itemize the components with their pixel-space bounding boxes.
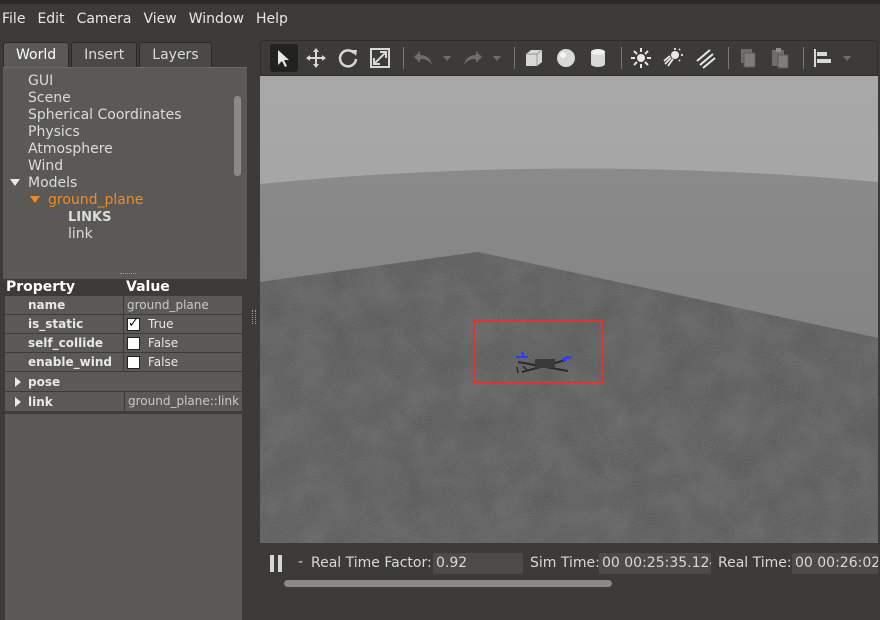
paste-icon[interactable] bbox=[766, 44, 794, 72]
toolbar-separator bbox=[728, 47, 729, 69]
prop-row-is-static: is_static True bbox=[5, 315, 242, 334]
property-table: Property Value name ground_plane is_stat… bbox=[5, 279, 242, 412]
menu-edit[interactable]: Edit bbox=[31, 6, 70, 32]
menu-help[interactable]: Help bbox=[250, 6, 294, 32]
tree-item-gui[interactable]: GUI bbox=[28, 73, 53, 90]
expand-arrow-icon[interactable] bbox=[15, 396, 21, 407]
tree-scrollbar[interactable] bbox=[234, 96, 241, 176]
prop-key: name bbox=[5, 296, 124, 314]
toolbar-separator bbox=[621, 47, 622, 69]
real-time-value: 00 00:26:02. bbox=[792, 553, 878, 574]
prop-value-link: ground_plane::link bbox=[124, 391, 242, 412]
scale-icon[interactable] bbox=[366, 44, 394, 72]
prop-value-is-static: True bbox=[124, 315, 242, 333]
prop-group-label: link bbox=[28, 394, 53, 409]
menu-window[interactable]: Window bbox=[183, 6, 250, 32]
checkbox-label: False bbox=[148, 355, 179, 369]
header-value: Value bbox=[124, 279, 242, 296]
prop-row-name: name ground_plane bbox=[5, 296, 242, 315]
tree-item-wind[interactable]: Wind bbox=[28, 158, 63, 175]
menu-bar: File Edit Camera View Window Help bbox=[0, 0, 880, 34]
tab-world[interactable]: World bbox=[3, 42, 70, 68]
expand-arrow-icon[interactable] bbox=[30, 196, 40, 203]
header-property: Property bbox=[6, 279, 76, 295]
redo-icon[interactable] bbox=[459, 44, 487, 72]
checkbox-label: True bbox=[148, 317, 174, 331]
tab-layers[interactable]: Layers bbox=[139, 42, 212, 68]
undo-history-dropdown[interactable] bbox=[443, 55, 451, 61]
menu-camera[interactable]: Camera bbox=[71, 6, 138, 32]
prop-group-label: pose bbox=[28, 374, 61, 389]
world-tree: GUI Scene Spherical Coordinates Physics … bbox=[3, 67, 247, 279]
property-table-header: Property Value bbox=[5, 279, 242, 296]
status-scrollbar[interactable] bbox=[284, 580, 612, 587]
tree-item-ground-plane-label: ground_plane bbox=[48, 192, 144, 208]
tree-item-models[interactable]: Models bbox=[10, 175, 77, 192]
expand-arrow-icon[interactable] bbox=[10, 179, 20, 186]
tree-item-atmosphere[interactable]: Atmosphere bbox=[28, 141, 113, 158]
copy-icon[interactable] bbox=[734, 44, 762, 72]
translate-icon[interactable] bbox=[302, 44, 330, 72]
scene-render bbox=[260, 76, 878, 543]
panel-splitter-handle[interactable] bbox=[252, 310, 256, 324]
toolbar bbox=[260, 40, 878, 76]
prop-key: is_static bbox=[5, 315, 124, 333]
real-time-factor-value: 0.92 bbox=[433, 553, 523, 574]
rotate-icon[interactable] bbox=[334, 44, 362, 72]
tree-item-spherical-coordinates[interactable]: Spherical Coordinates bbox=[28, 107, 182, 124]
toolbar-separator bbox=[514, 47, 515, 69]
prop-group-link[interactable]: link ground_plane::link bbox=[5, 391, 242, 412]
status-bar: - Real Time Factor: 0.92 Sim Time: 00 00… bbox=[260, 543, 878, 590]
checkbox-label: False bbox=[148, 336, 179, 350]
select-arrow-icon[interactable] bbox=[270, 44, 298, 72]
box-icon[interactable] bbox=[520, 44, 548, 72]
tree-links-header: LINKS bbox=[68, 210, 112, 225]
menu-file[interactable]: File bbox=[0, 6, 31, 32]
expand-arrow-icon[interactable] bbox=[15, 376, 21, 387]
real-time-factor-label: Real Time Factor: bbox=[311, 555, 432, 571]
property-panel-empty-area bbox=[5, 414, 242, 620]
sim-time-value: 00 00:25:35.124 bbox=[599, 553, 711, 574]
prop-value-self-collide: False bbox=[124, 334, 242, 352]
real-time-label: Real Time: bbox=[718, 555, 792, 571]
step-indicator[interactable]: - bbox=[298, 554, 303, 570]
prop-value-name[interactable]: ground_plane bbox=[124, 296, 242, 314]
pause-icon[interactable] bbox=[270, 555, 283, 572]
left-panel: World Insert Layers GUI Scene Spherical … bbox=[0, 34, 250, 620]
directional-light-icon[interactable] bbox=[691, 44, 719, 72]
toolbar-separator bbox=[403, 47, 404, 69]
prop-value-enable-wind: False bbox=[124, 353, 242, 371]
is-static-checkbox[interactable] bbox=[127, 315, 140, 333]
prop-group-pose[interactable]: pose bbox=[5, 372, 242, 392]
align-dropdown[interactable] bbox=[843, 55, 851, 61]
selection-highlight-box bbox=[473, 320, 603, 383]
tree-item-ground-plane[interactable]: ground_plane bbox=[30, 192, 143, 209]
undo-icon[interactable] bbox=[409, 44, 437, 72]
prop-key: enable_wind bbox=[5, 353, 124, 371]
3d-viewport[interactable] bbox=[260, 76, 878, 543]
tab-insert[interactable]: Insert bbox=[71, 42, 138, 68]
tree-item-scene[interactable]: Scene bbox=[28, 90, 71, 107]
sphere-icon[interactable] bbox=[552, 44, 580, 72]
sim-time-label: Sim Time: bbox=[530, 555, 600, 571]
toolbar-separator bbox=[803, 47, 804, 69]
redo-history-dropdown[interactable] bbox=[493, 55, 501, 61]
prop-row-enable-wind: enable_wind False bbox=[5, 353, 242, 372]
tree-item-models-label: Models bbox=[28, 175, 78, 191]
self-collide-checkbox[interactable] bbox=[127, 336, 140, 350]
prop-row-self-collide: self_collide False bbox=[5, 334, 242, 353]
align-icon[interactable] bbox=[809, 44, 837, 72]
enable-wind-checkbox[interactable] bbox=[127, 355, 140, 369]
menu-view[interactable]: View bbox=[138, 6, 183, 32]
cylinder-icon[interactable] bbox=[584, 44, 612, 72]
tree-item-link[interactable]: link bbox=[68, 226, 93, 243]
panel-tabs: World Insert Layers bbox=[3, 42, 214, 68]
spot-light-icon[interactable] bbox=[659, 44, 687, 72]
point-light-icon[interactable] bbox=[627, 44, 655, 72]
tree-splitter-handle[interactable] bbox=[120, 273, 136, 276]
prop-key: self_collide bbox=[5, 334, 124, 352]
tree-item-physics[interactable]: Physics bbox=[28, 124, 80, 141]
